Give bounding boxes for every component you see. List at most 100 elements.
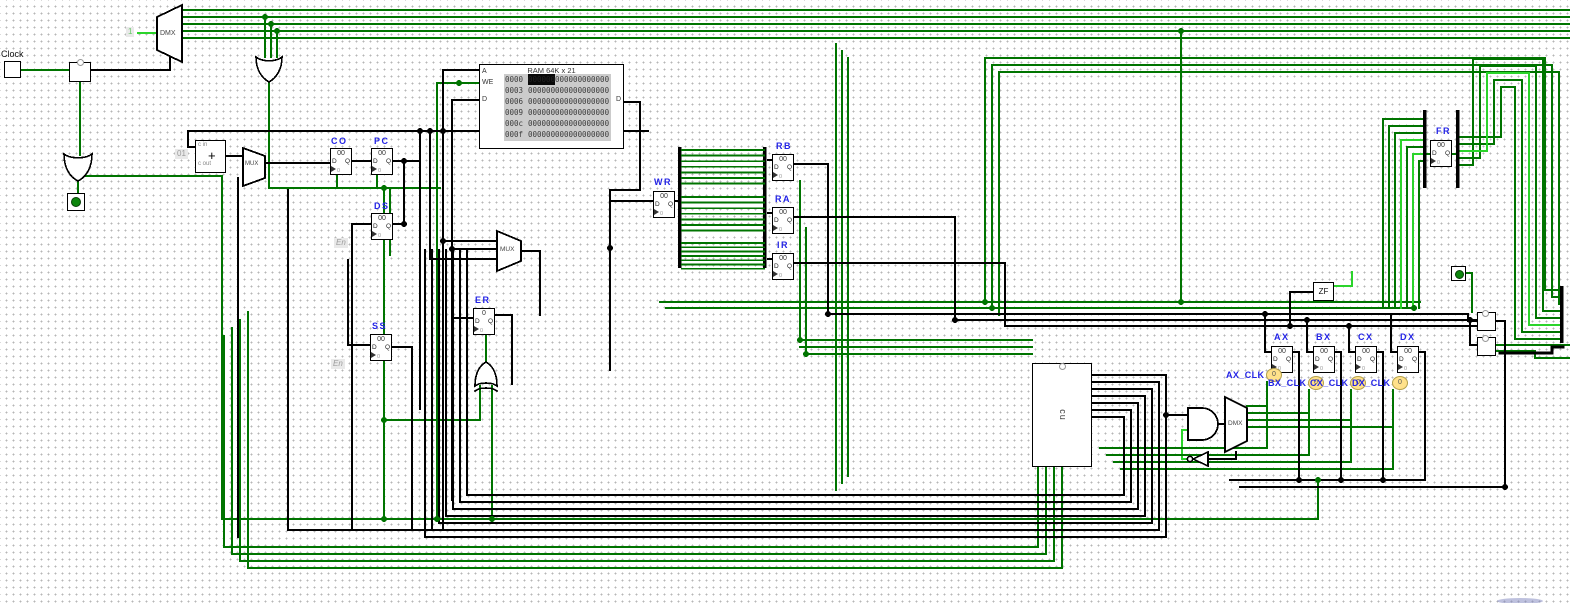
splitter-bar-left[interactable] <box>678 147 682 268</box>
ram-addr: 0009 <box>504 107 528 118</box>
register-pin-d: D <box>1315 356 1320 363</box>
ram-port-dout: D <box>616 96 621 103</box>
ram-cell: 000000 <box>582 74 609 85</box>
register-ra[interactable]: 00 D Q 0 <box>772 207 794 234</box>
probe-label-dx_clk: DX_CLK <box>1352 378 1390 388</box>
register-cx[interactable]: 00 D Q 0 <box>1355 346 1377 373</box>
clock-label: Clock <box>1 49 24 59</box>
register-pin-d: D <box>372 344 377 351</box>
register-label-rb: RB <box>776 141 792 151</box>
register-label-fr: FR <box>1436 126 1451 136</box>
fr-splitter-left[interactable] <box>1423 110 1427 188</box>
register-bx[interactable]: 00 D Q 0 <box>1313 346 1335 373</box>
register-pin-d: D <box>1273 356 1278 363</box>
ram[interactable]: RAM 64K x 21 A WE D D 000000000000000000… <box>479 64 624 149</box>
and-gate[interactable] <box>1188 408 1218 440</box>
fr-splitter-right[interactable] <box>1456 110 1460 188</box>
ram-cell: 000000 <box>528 129 555 140</box>
ram-cell: 000000 <box>582 96 609 107</box>
ram-port-din: D <box>482 96 487 103</box>
adder-cin-label: c in <box>198 142 207 148</box>
zf-component[interactable]: ZF <box>1313 282 1334 301</box>
probe-dx_clk[interactable]: 0 <box>1392 376 1408 390</box>
register-value: 00 <box>773 255 793 262</box>
register-label-ds: DS <box>374 201 390 211</box>
ladder-splitter[interactable] <box>1560 286 1564 343</box>
register-pin-q: Q <box>385 344 390 351</box>
adder[interactable]: c in + c out <box>195 140 226 173</box>
register-pin-d: D <box>1399 356 1404 363</box>
register-value: 00 <box>773 156 793 163</box>
clock-pin[interactable] <box>4 61 21 78</box>
register-value: 00 <box>331 150 351 157</box>
register-label-ss: SS <box>372 321 387 331</box>
register-label-ax: AX <box>1274 332 1290 342</box>
led-left[interactable] <box>67 193 85 211</box>
register-wr[interactable]: 00 D Q 0 <box>653 191 675 218</box>
register-pin-d: D <box>332 158 337 165</box>
control-unit-label: cu <box>1058 409 1068 421</box>
register-clock-triangle-icon <box>773 271 778 277</box>
register-pin-q: Q <box>345 158 350 165</box>
register-value: 00 <box>773 209 793 216</box>
mux1-label: MUX <box>245 161 258 167</box>
register-pin-d: D <box>373 158 378 165</box>
ram-cell: 000000 <box>582 118 609 129</box>
dmx-top-label: DMX <box>160 30 176 37</box>
register-pin-q: Q <box>386 158 391 165</box>
register-dx[interactable]: 00 D Q 0 <box>1397 346 1419 373</box>
register-pin-d: D <box>774 164 779 171</box>
register-er[interactable]: 0 D Q 0 <box>473 308 495 335</box>
black-wires[interactable] <box>90 56 1563 537</box>
or-gate-top[interactable] <box>256 57 282 82</box>
register-fr[interactable]: 00 D Q 0 <box>1430 140 1452 167</box>
register-pin-q: Q <box>386 223 391 230</box>
dmx-right-label: DMX <box>1228 420 1242 427</box>
ram-cell: 000000 <box>555 107 582 118</box>
register-pin-q: Q <box>787 217 792 224</box>
ram-cell: 000000 <box>528 74 555 85</box>
register-rb[interactable]: 00 D Q 0 <box>772 154 794 181</box>
ram-cell: 000000 <box>528 85 555 96</box>
ss-enable-label: En <box>331 359 345 369</box>
register-clk-value: 0 <box>1437 160 1440 166</box>
register-co[interactable]: 00 D Q 0 <box>330 148 352 175</box>
register-clk-value: 0 <box>779 227 782 233</box>
ram-cell: 000000 <box>555 85 582 96</box>
ram-addr: 0006 <box>504 96 528 107</box>
register-clk-value: 0 <box>480 328 483 334</box>
register-pin-q: Q <box>787 164 792 171</box>
register-pin-q: Q <box>668 201 673 208</box>
mux1-shape[interactable] <box>243 148 265 186</box>
register-clock-triangle-icon <box>1431 158 1436 164</box>
register-pin-d: D <box>774 217 779 224</box>
ram-contents[interactable]: 0000000000000000000000000300000000000000… <box>504 74 611 141</box>
register-pin-q: Q <box>787 263 792 270</box>
constant-1[interactable]: 1 <box>126 27 134 37</box>
ram-cell: 000000 <box>528 96 555 107</box>
register-pin-d: D <box>655 201 660 208</box>
splitter-fan-wires[interactable] <box>682 150 764 269</box>
register-ir[interactable]: 00 D Q 0 <box>772 253 794 280</box>
xor-gate-er[interactable] <box>475 362 497 391</box>
control-unit[interactable]: cu <box>1032 363 1092 467</box>
register-value: 00 <box>1431 142 1451 149</box>
register-label-ra: RA <box>775 194 791 204</box>
ram-port-we: WE <box>482 79 493 86</box>
ram-row: 000f000000000000000000 <box>504 129 611 140</box>
mux2-label: MUX <box>500 246 514 253</box>
register-pin-q: Q <box>1286 356 1291 363</box>
register-pin-q: Q <box>1370 356 1375 363</box>
probe-label-bx_clk: BX_CLK <box>1268 378 1306 388</box>
probe-label-cx_clk: CX_CLK <box>1310 378 1348 388</box>
register-clock-triangle-icon <box>474 326 479 332</box>
register-pc[interactable]: 00 D Q 0 <box>371 148 393 175</box>
constant-01[interactable]: 01 <box>175 149 188 159</box>
register-ds[interactable]: 00 D Q 0 <box>371 213 393 240</box>
register-ss[interactable]: 00 D Q 0 <box>370 334 392 361</box>
led-right[interactable] <box>1451 266 1466 281</box>
register-value: 00 <box>1314 348 1334 355</box>
register-clock-triangle-icon <box>371 352 376 358</box>
logisim-canvas[interactable]: Clock 1 DMX c in + c out 01 MUX MUX DMX … <box>0 0 1570 603</box>
register-pin-q: Q <box>1445 150 1450 157</box>
